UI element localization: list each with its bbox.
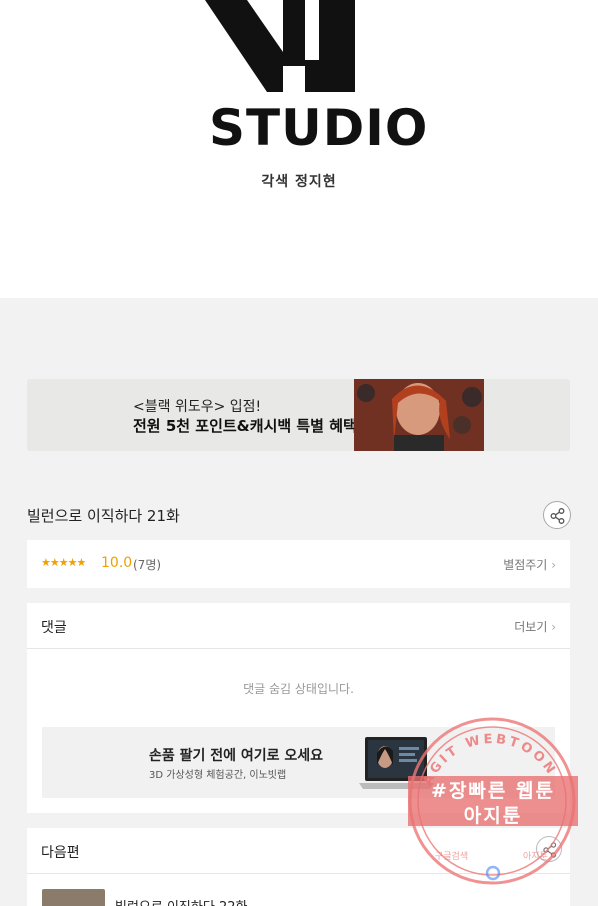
share-icon <box>543 842 557 858</box>
rate-button[interactable]: 별점주기 › <box>503 556 556 573</box>
next-episode-heading: 다음편 <box>41 845 80 861</box>
share-button[interactable] <box>543 501 571 529</box>
next-episode-section: 다음편 빌런으로 이직하다 22화 <box>27 828 570 906</box>
rating-card: ★★★★★ 10.0 (7명) 별점주기 › <box>27 540 570 588</box>
promo-banner-offer: 전원 5천 포인트&캐시백 특별 혜택 <box>133 417 357 435</box>
watermark-line2: 아지툰 <box>463 805 523 827</box>
comments-hidden-message: 댓글 숨김 상태입니다. <box>243 682 354 696</box>
next-episode-thumbnail[interactable] <box>42 889 105 906</box>
rate-button-label: 별점주기 <box>503 558 548 572</box>
promo-banner[interactable]: <블랙 위도우> 입점! 전원 5천 포인트&캐시백 특별 혜택 <box>27 379 570 451</box>
watermark-line1: #장빠른 웹툰 <box>431 780 555 802</box>
share-icon <box>550 508 565 524</box>
studio-logo-text: STUDIO <box>209 99 429 157</box>
comments-divider <box>27 648 570 649</box>
next-episode-title[interactable]: 빌런으로 이직하다 22화 <box>115 896 247 906</box>
adaptation-credit: 각색 정지현 <box>261 174 337 190</box>
comments-heading: 댓글 <box>41 620 67 636</box>
comments-more-button[interactable]: 더보기 › <box>514 618 556 635</box>
next-share-button[interactable] <box>536 836 562 862</box>
comment-ad-title: 손품 팔기 전에 여기로 오세요 <box>149 748 324 764</box>
rating-score: 10.0 <box>101 555 133 571</box>
rating-count: (7명) <box>133 558 162 572</box>
movie-poster-image <box>354 379 484 451</box>
chevron-right-icon: › <box>551 558 556 572</box>
promo-banner-headline: <블랙 위도우> 입점! <box>133 399 262 415</box>
webtoon-end-credit-panel: STUDIO 각색 정지현 <box>0 0 598 298</box>
comments-more-label: 더보기 <box>514 620 548 634</box>
rating-stars: ★★★★★ <box>41 556 86 569</box>
comment-ad-subtitle: 3D 가상성형 체험공간, 이노빗랩 <box>149 770 287 781</box>
episode-title: 빌런으로 이직하다 21화 <box>27 507 180 525</box>
studio-logo-mark <box>205 0 355 92</box>
next-episode-divider <box>27 873 570 874</box>
chevron-right-icon: › <box>551 620 556 634</box>
